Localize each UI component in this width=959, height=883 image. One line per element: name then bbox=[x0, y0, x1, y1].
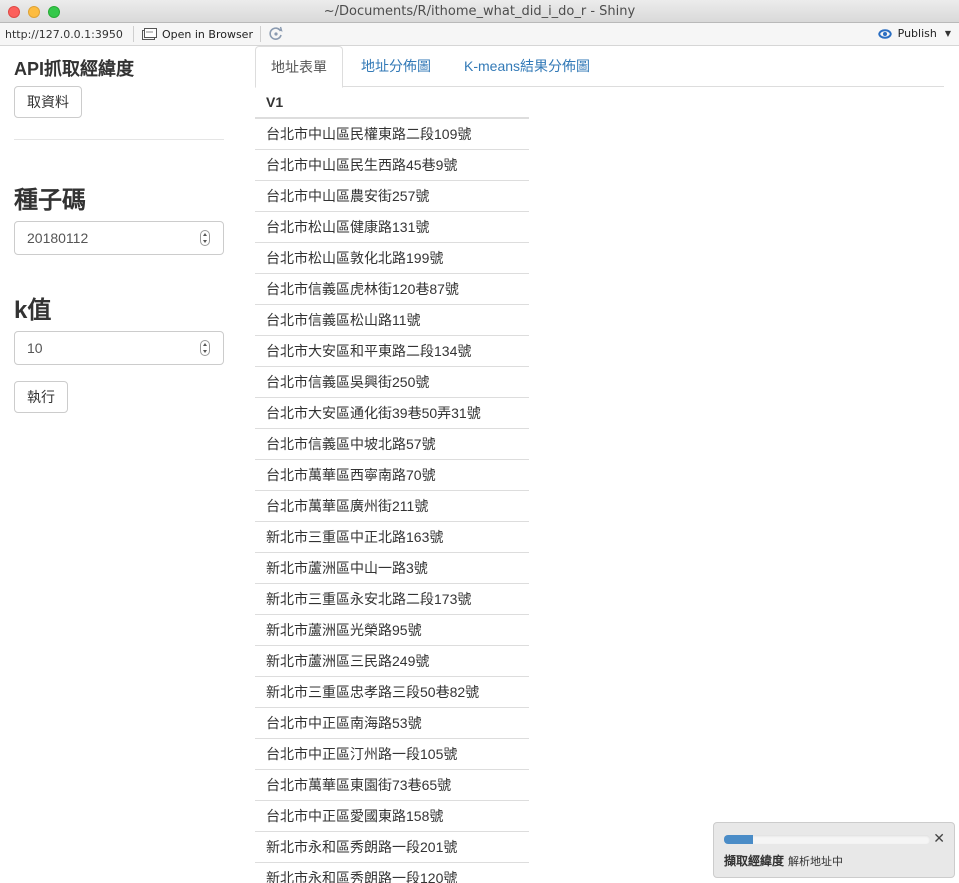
notification-detail: 解析地址中 bbox=[788, 856, 844, 868]
main-tabs: 地址表單 地址分佈圖 K-means結果分佈圖 bbox=[255, 46, 944, 88]
table-row: 台北市信義區虎林街120巷87號 bbox=[255, 274, 529, 305]
table-body: 台北市中山區民權東路二段109號 台北市中山區民生西路45巷9號 台北市中山區農安街… bbox=[255, 119, 529, 883]
progress-notification: ✕ 擷取經緯度 解析地址中 bbox=[713, 822, 955, 878]
progress-bar bbox=[724, 835, 930, 844]
table-row: 新北市蘆洲區三民路249號 bbox=[255, 646, 529, 677]
table-row: 台北市萬華區廣州街211號 bbox=[255, 491, 529, 522]
k-value: 10 bbox=[27, 340, 43, 356]
number-spinner-icon[interactable] bbox=[200, 340, 210, 356]
table-row: 台北市中正區汀州路一段105號 bbox=[255, 739, 529, 770]
number-spinner-icon[interactable] bbox=[200, 230, 210, 246]
table-row: 新北市三重區忠孝路三段50巷82號 bbox=[255, 677, 529, 708]
table-row: 台北市中山區民生西路45巷9號 bbox=[255, 150, 529, 181]
table-row: 新北市蘆洲區中山一路3號 bbox=[255, 553, 529, 584]
viewer-toolbar: http://127.0.0.1:3950 Open in Browser Pu… bbox=[0, 23, 959, 46]
seed-label: 種子碼 bbox=[14, 187, 86, 214]
seed-number-input[interactable]: 20180112 bbox=[14, 221, 224, 255]
seed-value: 20180112 bbox=[27, 230, 89, 246]
progress-bar-fill bbox=[724, 835, 753, 844]
table-row: 台北市信義區中坡北路57號 bbox=[255, 429, 529, 460]
table-row: 台北市松山區敦化北路199號 bbox=[255, 243, 529, 274]
fetch-data-button[interactable]: 取資料 bbox=[14, 86, 82, 118]
table-header-v1: V1 bbox=[255, 88, 529, 119]
publish-icon bbox=[877, 28, 892, 39]
notification-title: 擷取經緯度 bbox=[724, 854, 785, 868]
toolbar-divider bbox=[133, 26, 134, 42]
tab-address-form[interactable]: 地址表單 bbox=[255, 46, 343, 88]
refresh-icon bbox=[269, 26, 283, 40]
table-row: 台北市中山區民權東路二段109號 bbox=[255, 119, 529, 150]
table-row: 台北市中正區南海路53號 bbox=[255, 708, 529, 739]
window-titlebar: ~/Documents/R/ithome_what_did_i_do_r - S… bbox=[0, 0, 959, 23]
notification-message: 擷取經緯度 解析地址中 bbox=[724, 852, 843, 869]
table-row: 新北市永和區秀朗路一段201號 bbox=[255, 832, 529, 863]
table-row: 台北市萬華區東園街73巷65號 bbox=[255, 770, 529, 801]
chevron-down-icon: ▼ bbox=[944, 29, 951, 38]
table-row: 新北市蘆洲區光榮路95號 bbox=[255, 615, 529, 646]
publish-button[interactable]: Publish ▼ bbox=[877, 27, 951, 40]
table-row: 新北市三重區永安北路二段173號 bbox=[255, 584, 529, 615]
table-row: 新北市三重區中正北路163號 bbox=[255, 522, 529, 553]
publish-label: Publish bbox=[897, 27, 937, 40]
url-display: http://127.0.0.1:3950 bbox=[5, 28, 123, 41]
table-row: 台北市大安區和平東路二段134號 bbox=[255, 336, 529, 367]
address-table: V1 台北市中山區民權東路二段109號 台北市中山區民生西路45巷9號 台北市中山區… bbox=[255, 88, 529, 883]
open-in-browser-button[interactable]: Open in Browser bbox=[142, 26, 253, 43]
table-row: 台北市松山區健康路131號 bbox=[255, 212, 529, 243]
tab-address-map[interactable]: 地址分佈圖 bbox=[346, 46, 446, 87]
table-row: 台北市信義區松山路11號 bbox=[255, 305, 529, 336]
table-row: 台北市信義區吳興街250號 bbox=[255, 367, 529, 398]
section-divider bbox=[14, 139, 224, 140]
table-row: 台北市中山區農安街257號 bbox=[255, 181, 529, 212]
k-number-input[interactable]: 10 bbox=[14, 331, 224, 365]
open-in-browser-label: Open in Browser bbox=[162, 28, 253, 41]
api-section-title: API抓取經緯度 bbox=[14, 59, 135, 79]
table-row: 新北市永和區秀朗路一段120號 bbox=[255, 863, 529, 883]
table-row: 台北市中正區愛國東路158號 bbox=[255, 801, 529, 832]
close-icon[interactable]: ✕ bbox=[933, 830, 945, 847]
table-row: 台北市萬華區西寧南路70號 bbox=[255, 460, 529, 491]
window-title: ~/Documents/R/ithome_what_did_i_do_r - S… bbox=[323, 4, 636, 19]
table-row: 台北市大安區通化街39巷50弄31號 bbox=[255, 398, 529, 429]
tab-kmeans-map[interactable]: K-means結果分佈圖 bbox=[449, 46, 605, 87]
refresh-button[interactable] bbox=[268, 26, 284, 43]
run-button[interactable]: 執行 bbox=[14, 381, 68, 413]
toolbar-divider bbox=[260, 26, 261, 42]
browser-window-icon bbox=[142, 28, 157, 40]
k-label: k值 bbox=[14, 297, 52, 324]
